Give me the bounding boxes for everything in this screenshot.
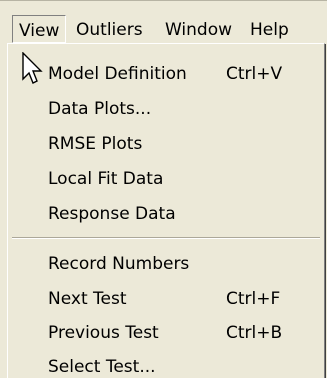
menu-item-previous-test[interactable]: Previous Test Ctrl+B	[8, 316, 324, 350]
menu-item-next-test[interactable]: Next Test Ctrl+F	[8, 282, 324, 316]
menu-bar: View Outliers Window Help	[0, 0, 327, 49]
menu-item-label: Select Test...	[48, 357, 156, 377]
menu-item-select-test[interactable]: Select Test...	[8, 350, 324, 378]
menu-view[interactable]: View	[12, 15, 67, 43]
menu-outliers[interactable]: Outliers	[76, 19, 143, 41]
menu-item-shortcut: Ctrl+B	[226, 323, 283, 343]
menu-window[interactable]: Window	[165, 19, 232, 41]
menu-item-rmse-plots[interactable]: RMSE Plots	[8, 127, 324, 161]
menu-item-label: Previous Test	[48, 323, 159, 343]
menu-item-label: RMSE Plots	[48, 134, 143, 154]
menu-item-label: Record Numbers	[48, 254, 190, 274]
menu-item-record-numbers[interactable]: Record Numbers	[8, 247, 324, 281]
menu-item-model-definition[interactable]: Model Definition Ctrl+V	[8, 57, 324, 91]
menu-item-label: Data Plots...	[48, 99, 152, 119]
menu-item-shortcut: Ctrl+V	[226, 64, 283, 84]
menu-help[interactable]: Help	[250, 19, 289, 41]
menu-item-label: Local Fit Data	[48, 169, 164, 189]
menu-item-label: Response Data	[48, 204, 176, 224]
menu-item-label: Model Definition	[48, 64, 187, 84]
menu-item-local-fit-data[interactable]: Local Fit Data	[8, 162, 324, 196]
menu-item-shortcut: Ctrl+F	[226, 289, 281, 309]
view-dropdown-menu: Model Definition Ctrl+V Data Plots... RM…	[7, 43, 326, 378]
application-window: View Outliers Window Help Model Definiti…	[0, 0, 327, 378]
menu-separator	[12, 237, 320, 239]
menu-item-data-plots[interactable]: Data Plots...	[8, 92, 324, 126]
menu-item-label: Next Test	[48, 289, 127, 309]
menu-item-response-data[interactable]: Response Data	[8, 197, 324, 231]
